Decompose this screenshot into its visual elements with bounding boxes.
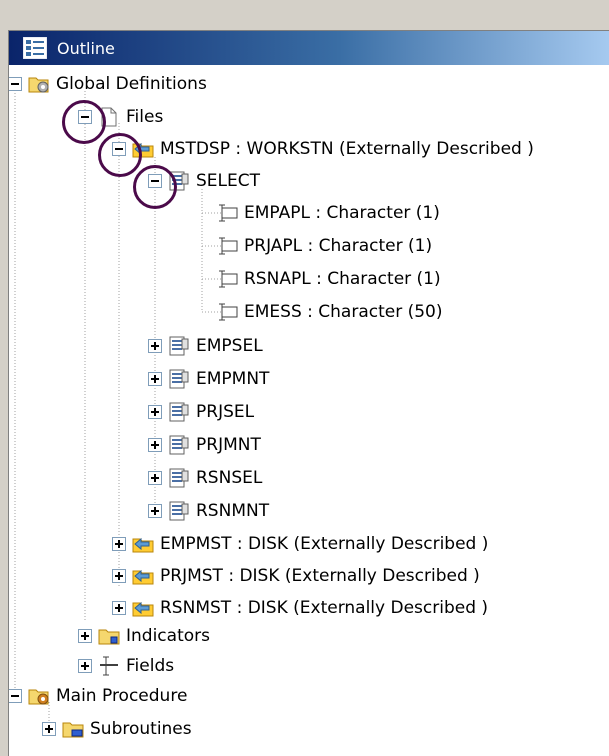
fields-icon: [98, 656, 120, 676]
record-format-icon: [168, 369, 190, 389]
tree-node-prjmst[interactable]: PRJMST : DISK (Externally Described ): [112, 563, 480, 589]
collapse-toggle[interactable]: [9, 77, 22, 91]
tree-node-rsnmnt[interactable]: RSNMNT: [148, 498, 269, 524]
record-format-icon: [168, 435, 190, 455]
record-format-icon: [168, 468, 190, 488]
expand-toggle[interactable]: [148, 405, 162, 419]
field-icon: [216, 203, 238, 223]
disk-file-icon: [132, 534, 154, 554]
tree-node-fields[interactable]: Fields: [78, 653, 174, 679]
record-format-icon: [168, 402, 190, 422]
record-format-icon: [168, 501, 190, 521]
tree-node-prjsel[interactable]: PRJSEL: [148, 399, 254, 425]
tree-node-main-procedure[interactable]: Main Procedure: [9, 683, 187, 709]
tree-node-empmnt[interactable]: EMPMNT: [148, 366, 269, 392]
tree-node-mstdsp[interactable]: MSTDSP : WORKSTN (Externally Described ): [112, 136, 534, 162]
tree-node-rsnapl[interactable]: RSNAPL : Character (1): [216, 266, 441, 292]
field-icon: [216, 236, 238, 256]
main-procedure-icon: [28, 686, 50, 706]
indicators-icon: [98, 626, 120, 646]
subroutines-icon: [62, 719, 84, 739]
tree-node-prjmnt[interactable]: PRJMNT: [148, 432, 261, 458]
outline-tree[interactable]: Global Definitions Files MSTDSP : WORKST…: [9, 65, 609, 756]
tree-node-rsnmst[interactable]: RSNMST : DISK (Externally Described ): [112, 595, 488, 621]
field-icon: [216, 269, 238, 289]
expand-toggle[interactable]: [148, 471, 162, 485]
expand-toggle[interactable]: [112, 601, 126, 615]
expand-toggle[interactable]: [78, 659, 92, 673]
expand-toggle[interactable]: [148, 438, 162, 452]
tree-node-rsnsel[interactable]: RSNSEL: [148, 465, 262, 491]
outline-view: Outline Global Definitions Files MSTDSP …: [8, 30, 609, 756]
field-icon: [216, 302, 238, 322]
tree-node-empmst[interactable]: EMPMST : DISK (Externally Described ): [112, 531, 488, 557]
highlight-circle-mstdsp: [98, 133, 142, 177]
record-format-icon: [168, 336, 190, 356]
tree-node-emess[interactable]: EMESS : Character (50): [216, 299, 443, 325]
tree-node-global-definitions[interactable]: Global Definitions: [9, 71, 207, 97]
expand-toggle[interactable]: [42, 722, 56, 736]
tree-node-indicators[interactable]: Indicators: [78, 623, 210, 649]
disk-file-icon: [132, 598, 154, 618]
collapse-toggle[interactable]: [9, 689, 22, 703]
tree-node-prjapl[interactable]: PRJAPL : Character (1): [216, 233, 432, 259]
outline-icon: [22, 36, 48, 63]
expand-toggle[interactable]: [148, 339, 162, 353]
global-definitions-icon: [28, 74, 50, 94]
tree-node-subroutines[interactable]: Subroutines: [42, 716, 192, 742]
expand-toggle[interactable]: [112, 537, 126, 551]
outline-title-bar: Outline: [9, 31, 609, 65]
highlight-circle-files: [62, 100, 106, 144]
expand-toggle[interactable]: [148, 504, 162, 518]
expand-toggle[interactable]: [148, 372, 162, 386]
disk-file-icon: [132, 566, 154, 586]
expand-toggle[interactable]: [112, 569, 126, 583]
expand-toggle[interactable]: [78, 629, 92, 643]
tree-node-empsel[interactable]: EMPSEL: [148, 333, 263, 359]
outline-title: Outline: [57, 39, 115, 58]
highlight-circle-select: [133, 165, 177, 209]
tree-node-empapl[interactable]: EMPAPL : Character (1): [216, 200, 440, 226]
